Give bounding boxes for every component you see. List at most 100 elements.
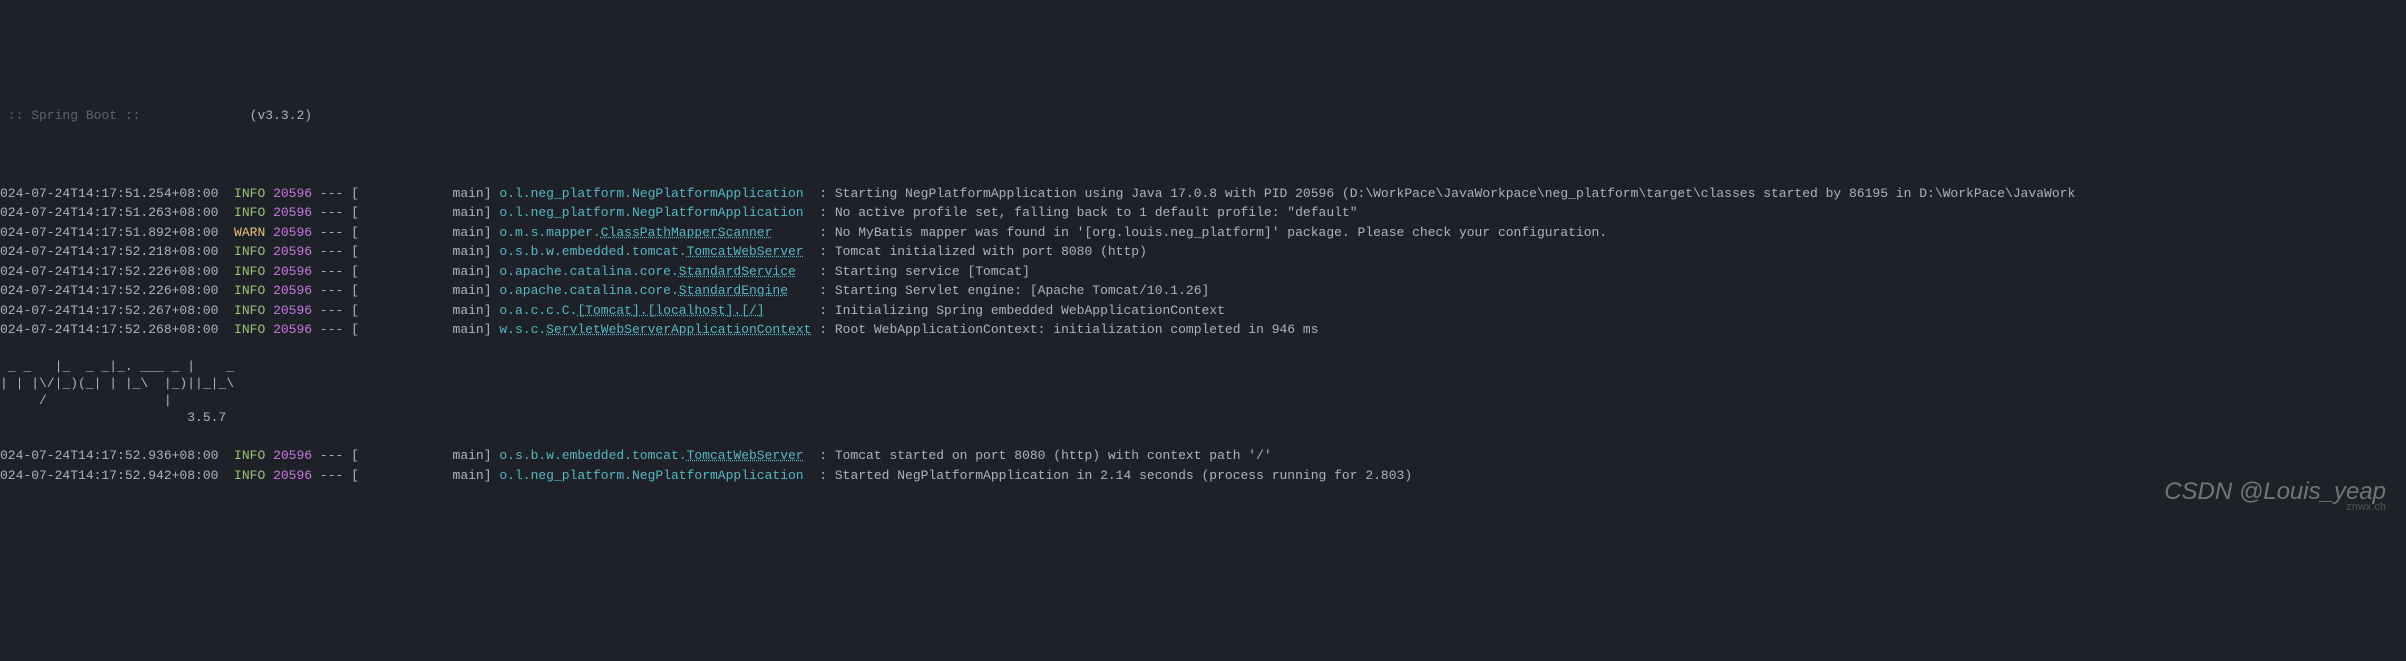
log-line: 024-07-24T14:17:52.268+08:00 INFO 20596 …: [0, 320, 2406, 340]
timestamp: 024-07-24T14:17:52.218+08:00: [0, 242, 218, 262]
timestamp: 024-07-24T14:17:52.936+08:00: [0, 446, 218, 466]
thread-name: main]: [453, 262, 492, 282]
separator: --- [: [312, 466, 452, 486]
timestamp: 024-07-24T14:17:51.263+08:00: [0, 203, 218, 223]
process-id: 20596: [273, 242, 312, 262]
thread-name: main]: [453, 242, 492, 262]
logger-class: TomcatWebServer: [687, 446, 804, 466]
thread-name: main]: [453, 466, 492, 486]
separator: --- [: [312, 184, 452, 204]
separator: --- [: [312, 446, 452, 466]
process-id: 20596: [273, 184, 312, 204]
process-id: 20596: [273, 262, 312, 282]
logger-prefix: o.l.neg_platform.: [499, 466, 632, 486]
process-id: 20596: [273, 223, 312, 243]
logger-class: NegPlatformApplication: [632, 466, 804, 486]
timestamp: 024-07-24T14:17:52.226+08:00: [0, 281, 218, 301]
spring-boot-version: (v3.3.2): [250, 108, 312, 123]
logger-prefix: o.s.b.w.embedded.tomcat.: [499, 446, 686, 466]
thread-name: main]: [453, 446, 492, 466]
logger-prefix: o.m.s.mapper.: [499, 223, 600, 243]
log-line: 024-07-24T14:17:52.936+08:00 INFO 20596 …: [0, 446, 2406, 466]
log-level: INFO: [234, 320, 265, 340]
separator: --- [: [312, 223, 452, 243]
separator: --- [: [312, 242, 452, 262]
log-line: 024-07-24T14:17:52.226+08:00 INFO 20596 …: [0, 281, 2406, 301]
logger-class: StandardEngine: [679, 281, 788, 301]
log-message: : Tomcat started on port 8080 (http) wit…: [819, 446, 1271, 466]
log-level: WARN: [234, 223, 265, 243]
timestamp: 024-07-24T14:17:51.892+08:00: [0, 223, 218, 243]
log-lines-group: 024-07-24T14:17:51.254+08:00 INFO 20596 …: [0, 184, 2406, 340]
log-message: : Initializing Spring embedded WebApplic…: [819, 301, 1225, 321]
log-message: : Root WebApplicationContext: initializa…: [819, 320, 1318, 340]
log-message: : Starting service [Tomcat]: [819, 262, 1030, 282]
thread-name: main]: [453, 203, 492, 223]
separator: --- [: [312, 281, 452, 301]
ascii-art-line: 3.5.7: [0, 410, 2406, 427]
log-message: : No MyBatis mapper was found in '[org.l…: [819, 223, 1607, 243]
timestamp: 024-07-24T14:17:51.254+08:00: [0, 184, 218, 204]
spring-boot-header: :: Spring Boot :: (v3.3.2): [0, 106, 2406, 126]
process-id: 20596: [273, 466, 312, 486]
log-line: 024-07-24T14:17:51.254+08:00 INFO 20596 …: [0, 184, 2406, 204]
logger-class: StandardService: [679, 262, 796, 282]
log-line: 024-07-24T14:17:52.218+08:00 INFO 20596 …: [0, 242, 2406, 262]
timestamp: 024-07-24T14:17:52.226+08:00: [0, 262, 218, 282]
ascii-art-line: / |: [0, 393, 2406, 410]
thread-name: main]: [453, 301, 492, 321]
log-line: 024-07-24T14:17:51.892+08:00 WARN 20596 …: [0, 223, 2406, 243]
logger-prefix: o.l.neg_platform.: [499, 203, 632, 223]
logger-class: [Tomcat].[localhost].[/]: [577, 301, 764, 321]
separator: --- [: [312, 262, 452, 282]
logger-class: ClassPathMapperScanner: [601, 223, 773, 243]
process-id: 20596: [273, 320, 312, 340]
blank-line: [0, 145, 2406, 165]
spring-boot-label: :: Spring Boot ::: [0, 108, 148, 123]
logger-class: NegPlatformApplication: [632, 184, 804, 204]
separator: --- [: [312, 301, 452, 321]
process-id: 20596: [273, 301, 312, 321]
logger-prefix: o.l.neg_platform.: [499, 184, 632, 204]
log-message: : Starting NegPlatformApplication using …: [819, 184, 2075, 204]
log-message: : Tomcat initialized with port 8080 (htt…: [819, 242, 1147, 262]
thread-name: main]: [453, 320, 492, 340]
logger-class: TomcatWebServer: [687, 242, 804, 262]
separator: --- [: [312, 320, 452, 340]
logger-prefix: w.s.c.: [499, 320, 546, 340]
log-message: : Starting Servlet engine: [Apache Tomca…: [819, 281, 1209, 301]
log-message: : No active profile set, falling back to…: [819, 203, 1357, 223]
ascii-art-line: _ _ |_ _ _|_. ___ _ | _: [0, 359, 2406, 376]
logger-prefix: o.apache.catalina.core.: [499, 262, 678, 282]
log-line: 024-07-24T14:17:51.263+08:00 INFO 20596 …: [0, 203, 2406, 223]
logger-prefix: o.apache.catalina.core.: [499, 281, 678, 301]
mybatis-plus-banner: _ _ |_ _ _|_. ___ _ | _ | | |\/|_)(_| | …: [0, 359, 2406, 427]
console-log-output: :: Spring Boot :: (v3.3.2) 024-07-24T14:…: [0, 78, 2406, 505]
log-level: INFO: [234, 262, 265, 282]
logger-prefix: o.s.b.w.embedded.tomcat.: [499, 242, 686, 262]
separator: --- [: [312, 203, 452, 223]
log-message: : Started NegPlatformApplication in 2.14…: [819, 466, 1412, 486]
log-level: INFO: [234, 281, 265, 301]
process-id: 20596: [273, 281, 312, 301]
log-level: INFO: [234, 466, 265, 486]
thread-name: main]: [453, 184, 492, 204]
process-id: 20596: [273, 446, 312, 466]
timestamp: 024-07-24T14:17:52.267+08:00: [0, 301, 218, 321]
timestamp: 024-07-24T14:17:52.268+08:00: [0, 320, 218, 340]
watermark-small-text: znwx.ch: [2346, 499, 2386, 516]
timestamp: 024-07-24T14:17:52.942+08:00: [0, 466, 218, 486]
log-level: INFO: [234, 446, 265, 466]
thread-name: main]: [453, 281, 492, 301]
thread-name: main]: [453, 223, 492, 243]
log-level: INFO: [234, 203, 265, 223]
log-lines-group-after: 024-07-24T14:17:52.936+08:00 INFO 20596 …: [0, 446, 2406, 485]
process-id: 20596: [273, 203, 312, 223]
logger-class: NegPlatformApplication: [632, 203, 804, 223]
log-level: INFO: [234, 242, 265, 262]
log-line: 024-07-24T14:17:52.942+08:00 INFO 20596 …: [0, 466, 2406, 486]
logger-prefix: o.a.c.c.C.: [499, 301, 577, 321]
log-level: INFO: [234, 184, 265, 204]
log-line: 024-07-24T14:17:52.267+08:00 INFO 20596 …: [0, 301, 2406, 321]
log-level: INFO: [234, 301, 265, 321]
